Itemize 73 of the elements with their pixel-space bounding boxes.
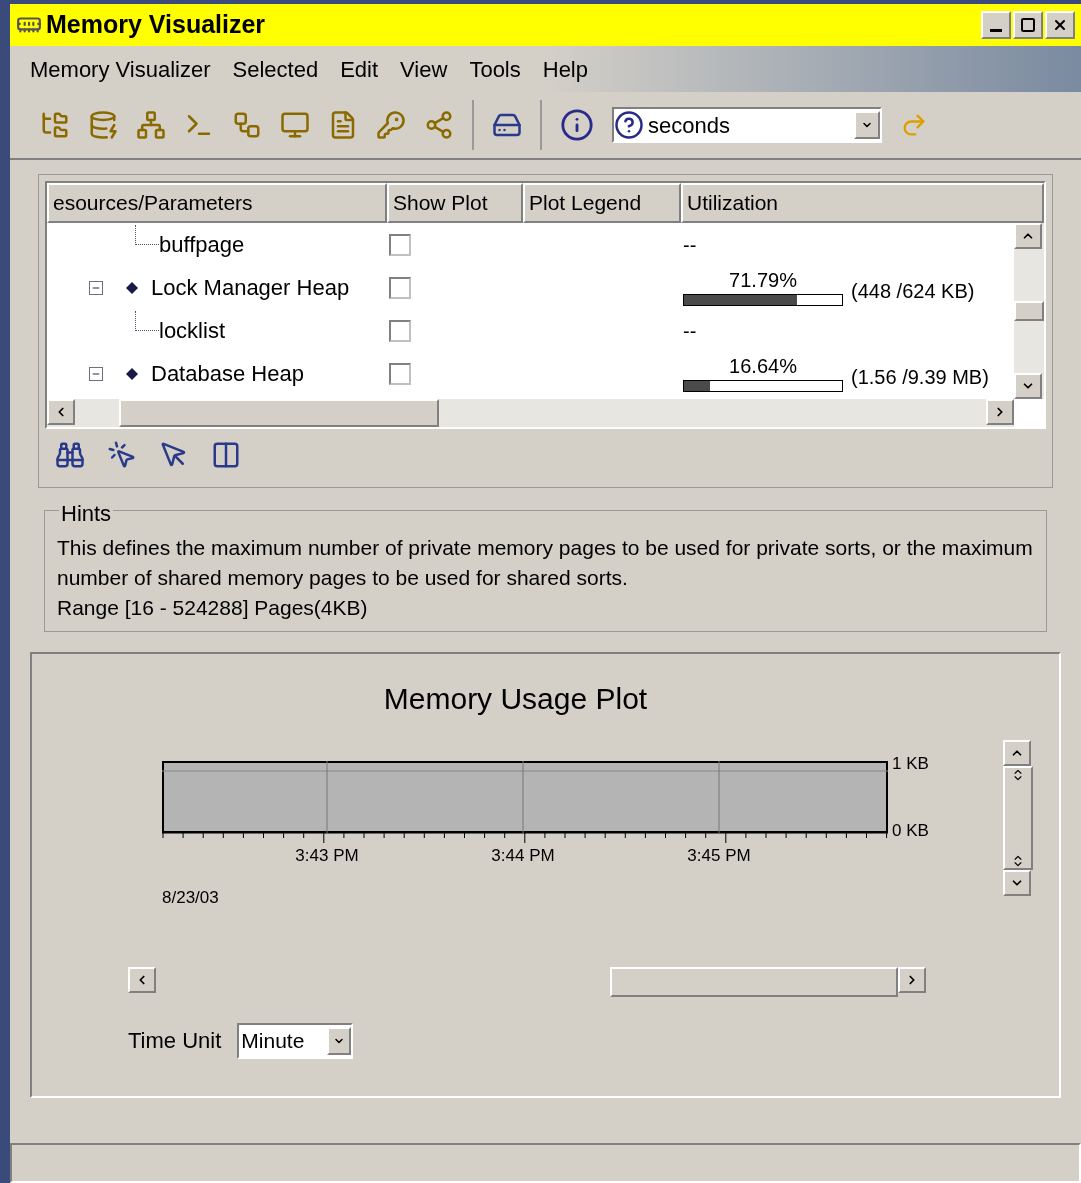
scroll-down-button[interactable]: [1003, 870, 1031, 896]
diamond-icon: [125, 280, 139, 295]
show-plot-checkbox[interactable]: [389, 362, 411, 385]
show-plot-checkbox[interactable]: [389, 276, 411, 299]
menu-item[interactable]: Edit: [340, 52, 379, 86]
up-down-icon: [1011, 768, 1025, 782]
scroll-thumb[interactable]: [119, 399, 439, 427]
scroll-thumb[interactable]: [610, 966, 898, 997]
x-axis-label: 3:44 PM: [491, 845, 555, 867]
tree-expander[interactable]: [89, 366, 103, 381]
help-icon: [614, 110, 644, 140]
plot-horizontal-scrollbar[interactable]: [128, 966, 926, 997]
column-header[interactable]: Plot Legend: [523, 183, 681, 223]
close-button[interactable]: [1045, 11, 1075, 39]
column-header[interactable]: Show Plot: [387, 183, 523, 223]
info-icon[interactable]: [560, 108, 594, 142]
x-axis-label: 3:45 PM: [687, 845, 751, 867]
x-axis-label: 3:43 PM: [295, 845, 359, 867]
range-text: Range [16 - 524288] Pages(4KB): [57, 595, 369, 621]
help-field[interactable]: seconds: [612, 107, 882, 143]
utilization-reading: (448 /624 KB): [851, 278, 975, 304]
menu-item[interactable]: Tools: [469, 52, 521, 86]
minimize-icon: [990, 28, 1002, 32]
search-icon[interactable]: [55, 440, 85, 470]
hints-text: This defines the maximum number of private memory pages to be used for private sorts, or the maximum number of shared memory pages to be used for shared sorts.: [57, 535, 1034, 591]
menu-item[interactable]: Memory Visualizer: [30, 52, 211, 86]
scroll-down-button[interactable]: [1014, 373, 1042, 399]
utilization-percent: 16.64%: [729, 355, 797, 376]
column-header[interactable]: esources/Parameters: [47, 183, 387, 223]
flow-icon[interactable]: [232, 110, 262, 140]
y-axis-label: 1 KB: [892, 753, 929, 775]
y-axis-label: 0 KB: [892, 819, 929, 842]
minimize-button[interactable]: [981, 11, 1011, 39]
horizontal-scrollbar[interactable]: [47, 399, 1014, 427]
window-title: Memory Visualizer: [46, 9, 266, 41]
close-icon: [1052, 17, 1068, 33]
show-plot-checkbox[interactable]: [389, 319, 411, 342]
tree-expander[interactable]: [89, 280, 103, 295]
monitor-icon[interactable]: [280, 110, 310, 140]
time-unit-label: Time Unit: [128, 1027, 222, 1055]
diamond-icon: [125, 366, 139, 381]
scroll-up-button[interactable]: [1014, 223, 1042, 249]
show-plot-checkbox[interactable]: [389, 233, 411, 256]
maximize-button[interactable]: [1013, 11, 1043, 39]
plot-vertical-scrollbar[interactable]: [1003, 740, 1033, 896]
vertical-scrollbar[interactable]: [1014, 223, 1044, 399]
utilization-value: --: [683, 318, 697, 344]
links-icon[interactable]: [424, 110, 454, 140]
heap-name[interactable]: Lock Manager Heap: [151, 271, 350, 304]
heap-name[interactable]: Database Heap: [151, 357, 304, 390]
utilization-reading: (1.56 /9.39 MB): [851, 364, 989, 390]
menu-item[interactable]: Selected: [232, 52, 319, 86]
menu-item[interactable]: View: [400, 52, 448, 86]
scroll-left-button[interactable]: [128, 966, 156, 993]
plot-date: 8/23/03: [162, 887, 220, 909]
utilization-percent: 71.79%: [729, 269, 797, 290]
maximize-icon: [1020, 17, 1036, 33]
scroll-right-button[interactable]: [898, 966, 926, 993]
menu-item[interactable]: Help: [542, 52, 588, 86]
scroll-right-button[interactable]: [986, 399, 1014, 425]
time-unit-dropdown[interactable]: Minute: [237, 1022, 354, 1059]
scroll-up-button[interactable]: [1003, 740, 1031, 766]
utilization-value: --: [683, 232, 697, 258]
folder-tree-icon[interactable]: [40, 110, 70, 140]
plot-title: Memory Usage Plot: [382, 681, 649, 717]
scroll-left-button[interactable]: [47, 399, 75, 425]
zoom-thumb[interactable]: [1003, 766, 1033, 870]
parameter-name[interactable]: buffpage: [159, 228, 245, 261]
column-header[interactable]: Utilization: [681, 183, 1044, 223]
help-field-value: seconds: [648, 111, 730, 140]
up-down-icon: [1011, 854, 1025, 868]
parameter-name[interactable]: locklist: [159, 314, 225, 347]
scroll-thumb[interactable]: [1014, 301, 1044, 321]
